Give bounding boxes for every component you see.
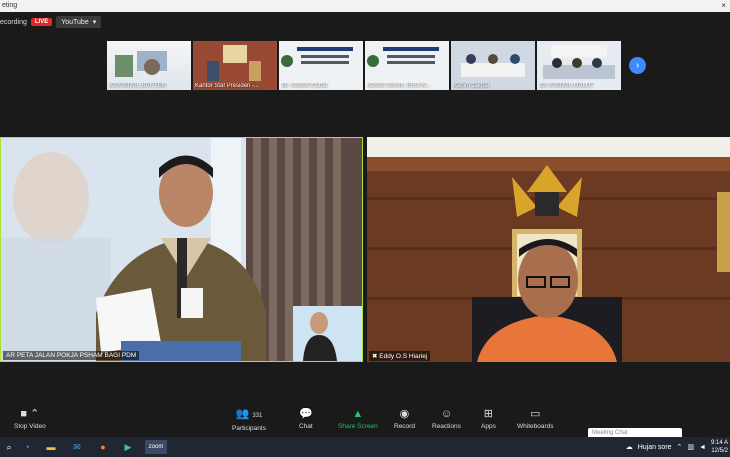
participants-button[interactable]: 👥 331 Participants (232, 407, 266, 432)
live-badge: LIVE (30, 18, 53, 26)
whiteboards-button[interactable]: ▭ Whiteboards (517, 407, 554, 430)
speaker-video-frame (367, 137, 730, 362)
thumbnail-video[interactable]: Kanwil Sumut, Ehra N... (365, 41, 449, 90)
record-label: Record (394, 423, 415, 430)
search-icon[interactable]: ⌕ (2, 440, 16, 454)
participants-count: 331 (252, 413, 263, 419)
window-titlebar: eting × (0, 0, 730, 12)
app-icon[interactable]: ▶ (121, 440, 135, 454)
record-button[interactable]: ◉ Record (394, 407, 415, 430)
whiteboards-label: Whiteboards (517, 423, 554, 430)
participants-icon: 👥 331 (235, 408, 263, 420)
clock-date: 12/5/2 (711, 448, 728, 454)
thumbnail-label: Kantor Staf Presiden -... (195, 83, 260, 89)
reactions-button[interactable]: ☺ Reactions (432, 407, 461, 430)
weather-icon: ☁ (625, 444, 633, 451)
clock-time: 9:14 A (710, 440, 728, 446)
thumbnail-video[interactable]: 29. KANWIL MALUT (537, 41, 621, 90)
participants-label: Participants (232, 425, 266, 432)
stop-video-label: Stop Video (14, 423, 46, 430)
chevron-up-icon[interactable]: ⌃ (677, 443, 683, 451)
speaker-icon[interactable]: ◄ (699, 444, 706, 451)
thumbnail-label: Kanwil Sumut, Ehra N... (367, 83, 431, 89)
thumbnail-label: 18. Kanwil Kalbar (281, 83, 328, 89)
participant-name-label: Eddy O.S Hiariej (379, 353, 428, 360)
apps-icon: ⊞ (483, 408, 494, 420)
video-camera-icon: ■ ⌃ (20, 408, 40, 420)
mail-icon[interactable]: ✉ (70, 440, 84, 454)
file-explorer-icon[interactable]: ▬ (44, 440, 58, 454)
thumbnail-video[interactable]: Kantor Staf Presiden -... (193, 41, 277, 90)
system-tray: ☁ Hujan sore ⌃ ▥ ◄ 9:14 A 12/5/2 (626, 437, 730, 457)
weather-label: Hujan sore (637, 443, 672, 451)
share-screen-label: Share Screen (338, 423, 378, 430)
participant-name-tag: ✖ Eddy O.S Hiariej (369, 351, 431, 361)
windows-taskbar: ⌕ ◔ ▬ ✉ ● ▶ zoom ☁ Hujan sore ⌃ ▥ ◄ 9:14… (0, 437, 730, 457)
chevron-down-icon: ▾ (92, 19, 97, 26)
thumbnail-video[interactable]: KAKANWIL BANTEN (107, 41, 191, 90)
edge-icon[interactable]: ◔ (20, 440, 34, 454)
speaker-name-label: AR PETA JALAN POKJA PSHAM BAGI PDM (3, 351, 140, 360)
zoom-icon[interactable]: zoom (145, 440, 167, 454)
active-speaker-video[interactable]: AR PETA JALAN POKJA PSHAM BAGI PDM (0, 137, 363, 362)
firefox-icon[interactable]: ● (96, 440, 110, 454)
stop-video-button[interactable]: ■ ⌃ Stop Video (14, 407, 46, 430)
reactions-label: Reactions (432, 423, 461, 430)
share-screen-button[interactable]: ▲ Share Screen (338, 407, 378, 430)
whiteboard-icon: ▭ (530, 408, 541, 420)
recording-bar: ecording LIVE YouTube ▾ (0, 15, 102, 29)
next-page-button[interactable]: › (629, 57, 646, 74)
stream-target-label: YouTube (61, 18, 89, 26)
network-icon[interactable]: ▥ (687, 443, 694, 451)
reactions-icon: ☺ (440, 408, 453, 420)
stream-target-dropdown[interactable]: YouTube ▾ (56, 16, 102, 28)
thumbnail-label: Kanim Jakbar (453, 83, 490, 89)
chevron-right-icon: › (635, 60, 640, 71)
chat-button[interactable]: 💬 Chat (299, 407, 313, 430)
chat-label: Chat (299, 423, 313, 430)
speaker-video-frame (1, 138, 362, 361)
apps-label: Apps (481, 423, 496, 430)
thumbnail-label: KAKANWIL BANTEN (109, 83, 166, 89)
recording-label: ecording (0, 18, 27, 26)
window-title: eting (2, 2, 18, 9)
thumbnail-video[interactable]: 18. Kanwil Kalbar (279, 41, 363, 90)
participant-video[interactable]: ✖ Eddy O.S Hiariej (367, 137, 730, 362)
apps-button[interactable]: ⊞ Apps (481, 407, 496, 430)
share-screen-icon: ▲ (352, 408, 364, 420)
close-icon[interactable]: × (721, 0, 726, 12)
thumbnail-label: 29. KANWIL MALUT (539, 83, 594, 89)
record-icon: ◉ (399, 408, 410, 420)
chat-icon: 💬 (299, 408, 313, 420)
thumbnail-video[interactable]: Kanim Jakbar (451, 41, 535, 90)
clock[interactable]: 9:14 A 12/5/2 (711, 439, 730, 455)
